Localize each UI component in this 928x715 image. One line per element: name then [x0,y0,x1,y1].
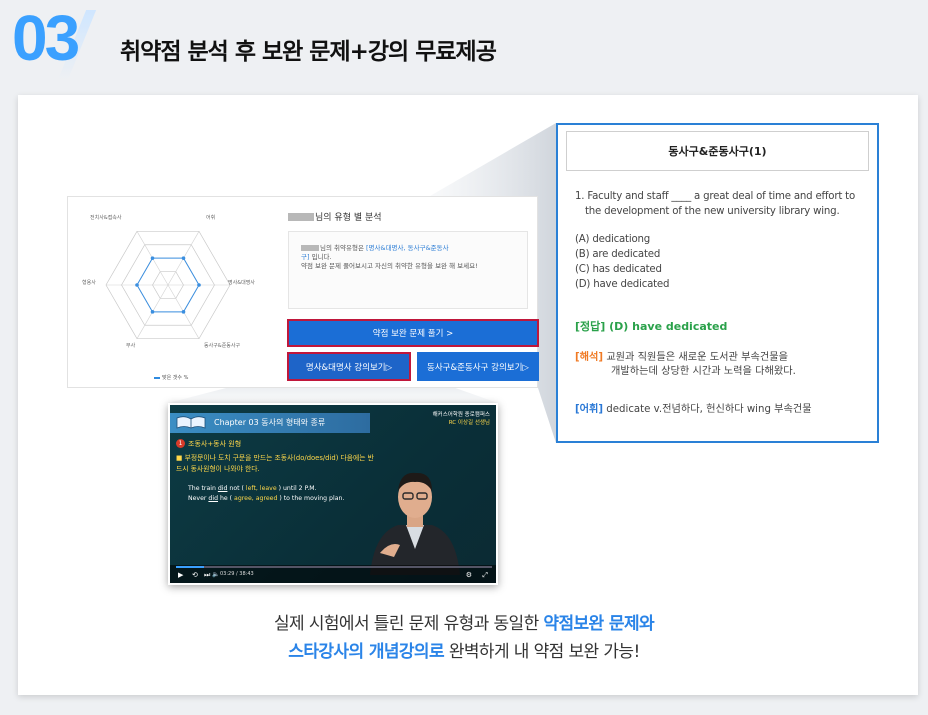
radar-point [150,256,155,260]
point-body: ■ 부정문이나 도치 구문을 만드는 조동사(do/does/did) 다음에는… [176,454,374,473]
answer-options: (A) dedicationg (B) are dedicated (C) ha… [575,232,871,292]
section-title: 취약점 분석 후 보완 문제+강의 무료제공 [120,39,497,65]
blurred-username [288,213,314,221]
question-stem: 1. Faculty and staff ____ a great deal o… [575,191,855,217]
verbphrase-lecture-button[interactable]: 동사구&준동사구 강의보기▷ [417,352,539,381]
volume-icon[interactable]: 🔈 [212,570,219,580]
video-time: 03:29 / 38:43 [220,571,254,577]
noun-lecture-button[interactable]: 명사&대명사 강의보기▷ [287,352,411,381]
radar-chart: 전치사&접속사 어휘 명사&대명사 동사구&준동사구 부사 형용사 [82,214,255,349]
section-number: 03 [12,2,80,74]
example-sentences: The train did not ( left, leave ) until … [188,485,345,502]
lecture-video-player[interactable]: Chapter 03 동사의 형태와 종류 해커스어학원 종로캠퍼스 RC 이상… [168,403,498,585]
book-icon [176,416,206,429]
presenter-image [370,472,460,575]
analysis-title: 님의 유형 별 분석 [288,210,382,223]
vocabulary-note: [어휘] dedicate v.전념하다, 헌신하다 wing 부속건물 [575,404,812,415]
solve-weakness-button[interactable]: 약점 보완 문제 풀기 > [287,319,539,347]
video-controls: ▶ ⟲ ⏭ 🔈 03:29 / 38:43 ⚙ ⤢ [170,565,496,583]
option-c[interactable]: (C) has dedicated [575,262,871,277]
video-brand: 해커스어학원 종로캠퍼스 RC 이상길 선생님 [432,412,490,426]
radar-point [181,310,186,314]
fullscreen-icon[interactable]: ⤢ [482,570,488,580]
radar-point [135,283,139,287]
option-a[interactable]: (A) dedicationg [575,232,871,247]
caption: 실제 시험에서 틀린 문제 유형과 동일한 약점보완 문제와 스타강사의 개념강… [273,614,655,662]
option-d[interactable]: (D) have dedicated [575,277,871,292]
radar-point [197,283,201,287]
radar-label-vocab: 어휘 [206,214,215,221]
analysis-result-box: 님의 취약유형은 [명사&대명사, 동사구&준동사 구] 입니다. 약점 보완 … [288,231,528,309]
weakness-analysis-card: 전치사&접속사 어휘 명사&대명사 동사구&준동사구 부사 형용사 맞은 갯수 … [67,196,539,388]
video-progress-bar[interactable] [176,566,492,568]
correct-answer: [정답] (D) have dedicated [575,320,728,333]
settings-icon[interactable]: ⚙ [466,570,472,580]
question-header: 동사구&준동사구(1) [566,131,869,171]
next-icon[interactable]: ⏭ [204,570,210,580]
radar-label-noun: 명사&대명사 [228,279,255,286]
radar-point [150,310,155,314]
radar-legend: 맞은 갯수 % [154,374,188,381]
blurred-username [301,245,319,251]
point-number: 1 [176,439,185,448]
radar-label-prep: 전치사&접속사 [90,214,122,221]
radar-label-adverb: 부사 [126,342,136,349]
replay-icon[interactable]: ⟲ [192,570,198,580]
play-icon[interactable]: ▶ [178,570,183,580]
radar-label-adjective: 형용사 [82,279,96,286]
video-chapter-title: Chapter 03 동사의 형태와 종류 [214,418,326,427]
explanation: [해석] 교원과 직원들은 새로운 도서관 부속건물을 개발하는데 상당한 시간… [575,352,796,377]
radar-label-verbphrase: 동사구&준동사구 [204,342,240,349]
point-title: 조동사+동사 원형 [188,440,242,448]
question-card: 동사구&준동사구(1) 1. Faculty and staff ____ a … [556,123,879,443]
option-b[interactable]: (B) are dedicated [575,247,871,262]
radar-point [181,256,186,260]
